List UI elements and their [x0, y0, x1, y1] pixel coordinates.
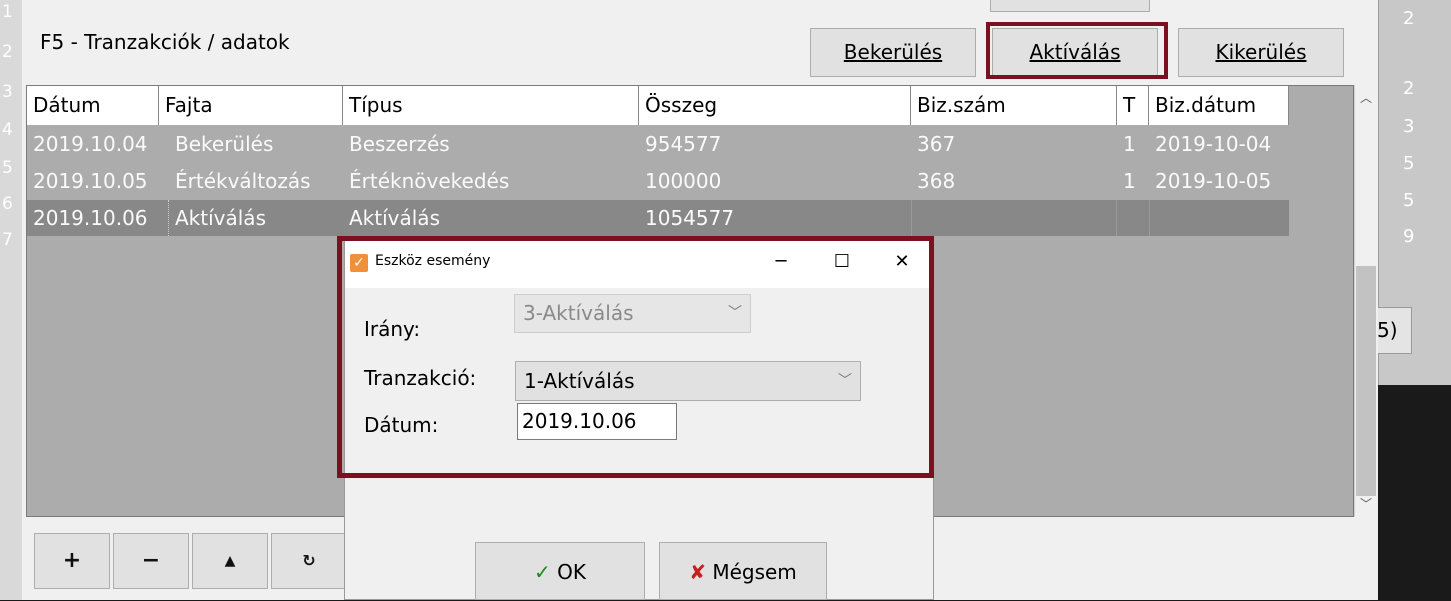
row-number: 3: [2, 82, 13, 102]
window-title: F5 - Tranzakciók / adatok: [40, 30, 290, 54]
cell: Beszerzés: [349, 132, 450, 156]
ok-button[interactable]: ✓ OK: [475, 542, 645, 600]
row-number: 2: [2, 42, 13, 62]
cell: Értéknövekedés: [349, 169, 510, 193]
row-number: 5: [2, 158, 13, 178]
cell: 954577: [645, 132, 722, 156]
column-header-bizszam[interactable]: Biz.szám: [911, 86, 1117, 125]
column-header-t[interactable]: T: [1117, 86, 1149, 125]
x-icon: ✘: [689, 560, 706, 584]
table-row-selected[interactable]: 2019.10.06 Aktíválás Aktíválás 1054577: [27, 200, 1289, 236]
cell: 2019.10.06: [27, 200, 169, 236]
column-header-bizdatum[interactable]: Biz.dátum: [1149, 86, 1289, 125]
cell: Aktíválás: [175, 206, 266, 230]
remove-button[interactable]: −: [113, 533, 189, 589]
row-number: 2: [1403, 8, 1415, 29]
cell: 1054577: [645, 206, 735, 230]
cell: 2019-10-05: [1155, 169, 1272, 193]
row-number: 7: [2, 230, 13, 250]
column-header-fajta[interactable]: Fajta: [159, 86, 343, 125]
table-row[interactable]: 2019.10.04 Bekerülés Beszerzés 954577 36…: [27, 126, 1289, 162]
bekerules-button[interactable]: Bekerülés: [810, 28, 976, 77]
highlight-frame: [986, 22, 1168, 79]
add-button[interactable]: +: [34, 533, 110, 589]
cell: 368: [917, 169, 956, 193]
cell: 2019-10-04: [1155, 132, 1272, 156]
cell: 367: [917, 132, 956, 156]
cell: [1117, 200, 1123, 236]
cell: 1: [1123, 169, 1136, 193]
column-header-tipus[interactable]: Típus: [343, 86, 639, 125]
row-number: 1: [2, 2, 13, 22]
column-header-datum[interactable]: Dátum: [27, 86, 159, 125]
cell: 100000: [645, 169, 722, 193]
row-number: 9: [1403, 226, 1415, 247]
ok-label: OK: [557, 560, 586, 584]
check-icon: ✓: [534, 560, 551, 584]
grid-header: Dátum Fajta Típus Összeg Biz.szám T Biz.…: [27, 86, 1289, 125]
cancel-button[interactable]: ✘ Mégsem: [659, 542, 827, 600]
refresh-button[interactable]: ↻: [271, 533, 347, 589]
row-number: 4: [2, 120, 13, 140]
row-number: 5: [1403, 190, 1415, 211]
cell: Bekerülés: [175, 132, 274, 156]
row-number: 3: [1403, 116, 1415, 137]
cell: 2019.10.05: [33, 169, 148, 193]
left-row-number-strip: 1 2 3 4 5 6 7: [0, 0, 22, 600]
column-header-osszeg[interactable]: Összeg: [639, 86, 911, 125]
cell: 1: [1123, 132, 1136, 156]
table-row[interactable]: 2019.10.05 Értékváltozás Értéknövekedés …: [27, 163, 1289, 199]
kikerules-button[interactable]: Kikerülés: [1178, 28, 1344, 77]
scroll-down-icon[interactable]: ﹀: [1360, 495, 1372, 512]
cell: Értékváltozás: [175, 169, 311, 193]
scrollbar-thumb[interactable]: [1356, 266, 1376, 496]
cancel-label: Mégsem: [712, 560, 797, 584]
cell: 2019.10.04: [33, 132, 148, 156]
row-number: 2: [1403, 78, 1415, 99]
top-button-fragment[interactable]: [990, 0, 1150, 12]
cell: Aktíválás: [349, 206, 440, 230]
scroll-up-icon[interactable]: ︿: [1360, 89, 1372, 106]
highlight-frame: [337, 236, 934, 478]
row-number: 6: [2, 194, 13, 214]
cell: [1149, 200, 1289, 236]
row-number: 5: [1403, 153, 1415, 174]
cell: [911, 200, 1117, 236]
move-up-button[interactable]: ▲: [192, 533, 268, 589]
